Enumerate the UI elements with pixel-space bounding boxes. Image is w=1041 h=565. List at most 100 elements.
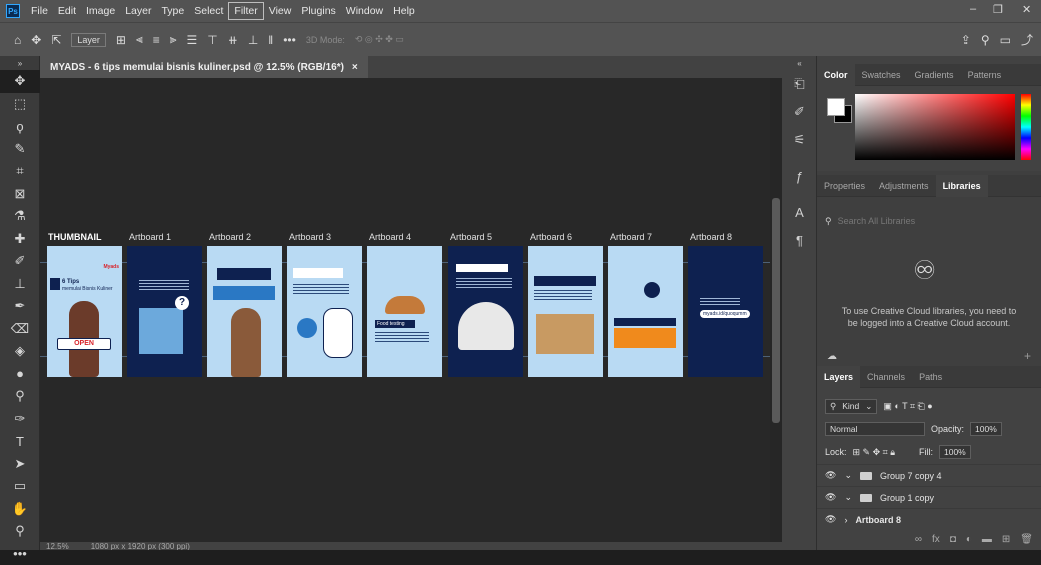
rectangle-tool-icon[interactable]: ▭ — [0, 475, 40, 498]
more-options-icon[interactable]: ••• — [283, 33, 296, 47]
menu-file[interactable]: File — [26, 3, 53, 19]
zoom-level[interactable]: 12.5% — [46, 542, 69, 550]
link-layers-icon[interactable]: ∞ — [915, 534, 922, 550]
tab-channels[interactable]: Channels — [860, 366, 912, 388]
healing-brush-tool-icon[interactable]: ✚ — [0, 228, 40, 251]
align-middle-icon[interactable]: ⧺ — [228, 33, 238, 47]
history-panel-icon[interactable]: ⎗ — [782, 70, 817, 98]
expand-chevron-icon[interactable]: ⌄ — [844, 470, 852, 481]
tab-adjustments[interactable]: Adjustments — [872, 175, 936, 197]
paint-bucket-tool-icon[interactable]: ◈ — [0, 340, 40, 363]
artboard-5[interactable] — [448, 246, 523, 377]
artboard-label-1[interactable]: Artboard 1 — [129, 232, 171, 242]
artboard-label-5[interactable]: Artboard 5 — [450, 232, 492, 242]
adjustment-layer-icon[interactable]: ◐ — [966, 534, 972, 550]
menu-edit[interactable]: Edit — [53, 3, 81, 19]
add-library-icon[interactable]: + — [1024, 349, 1031, 363]
lasso-tool-icon[interactable]: ϙ — [0, 115, 40, 138]
align-bottom-icon[interactable]: ⊥ — [248, 33, 258, 47]
collapse-panels-icon[interactable]: « — [782, 56, 817, 70]
artboard-8[interactable]: myads.id/quoqumm — [688, 246, 763, 377]
frame-tool-icon[interactable]: ⊠ — [0, 183, 40, 206]
blend-mode-dropdown[interactable]: Normal — [825, 422, 925, 436]
tab-properties[interactable]: Properties — [817, 175, 872, 197]
hand-tool-icon[interactable]: ✋ — [0, 498, 40, 521]
menu-plugins[interactable]: Plugins — [296, 3, 340, 19]
paragraph-panel-icon[interactable]: ¶ — [782, 226, 817, 254]
search-icon[interactable]: ⚲ — [981, 33, 990, 47]
align-right-icon[interactable]: ⫸ — [170, 32, 177, 47]
color-field[interactable] — [855, 94, 1015, 160]
visibility-eye-icon[interactable]: 👁︎ — [825, 492, 836, 503]
lock-icons[interactable]: ⊞ ✎ ✥ ⌗ 🔒︎ — [853, 447, 895, 458]
menu-window[interactable]: Window — [341, 3, 388, 19]
artboard-label-thumbnail[interactable]: THUMBNAIL — [48, 232, 102, 242]
artboard-label-6[interactable]: Artboard 6 — [530, 232, 572, 242]
vertical-scrollbar[interactable] — [770, 78, 782, 542]
menu-view[interactable]: View — [264, 3, 297, 19]
character-panel-icon[interactable]: A — [782, 198, 817, 226]
new-layer-icon[interactable]: ⊞ — [1002, 534, 1010, 550]
filter-icons[interactable]: ▣ ◐ T ⌗ ⎗ ● — [883, 401, 932, 412]
artboard-label-2[interactable]: Artboard 2 — [209, 232, 251, 242]
align-top-icon[interactable]: ⊤ — [207, 33, 217, 47]
tab-paths[interactable]: Paths — [912, 366, 949, 388]
fx-icon[interactable]: fx — [932, 534, 940, 550]
delete-layer-icon[interactable]: 🗑︎ — [1020, 534, 1033, 550]
artboard-1[interactable]: ? — [127, 246, 202, 377]
artboard-label-4[interactable]: Artboard 4 — [369, 232, 411, 242]
artboard-6[interactable] — [528, 246, 603, 377]
artboard-thumbnail[interactable]: Myads 6 Tips memulai Bisnis Kuliner OPEN — [47, 246, 122, 377]
move-tool-icon[interactable]: ✥ — [31, 33, 41, 47]
tab-libraries[interactable]: Libraries — [936, 175, 988, 197]
artboard-3[interactable] — [287, 246, 362, 377]
move-tool-icon[interactable]: ✥ — [0, 70, 40, 93]
align-left-icon[interactable]: ⫷ — [136, 32, 143, 47]
edit-toolbar-icon[interactable]: ••• — [0, 543, 40, 565]
layer-row[interactable]: 👁︎ ⌄ Group 7 copy 4 — [817, 464, 1041, 486]
artboard-7[interactable] — [608, 246, 683, 377]
library-search[interactable]: ⚲ Search All Libraries — [825, 213, 1033, 229]
blur-tool-icon[interactable]: ● — [0, 363, 40, 386]
history-brush-tool-icon[interactable]: ✒ — [0, 295, 40, 318]
tab-swatches[interactable]: Swatches — [855, 64, 908, 86]
align-center-icon[interactable]: ≡ — [153, 33, 160, 47]
tab-layers[interactable]: Layers — [817, 366, 860, 388]
workspace-icon[interactable]: ▭ — [1000, 33, 1011, 47]
layer-row[interactable]: 👁︎ › Artboard 8 — [817, 508, 1041, 530]
distribute-icon[interactable]: ☰ — [187, 33, 198, 47]
clone-stamp-tool-icon[interactable]: ⊥ — [0, 273, 40, 296]
menu-image[interactable]: Image — [81, 3, 120, 19]
collapse-icon[interactable]: » — [0, 56, 40, 70]
brush-settings-icon[interactable]: ✐ — [782, 98, 817, 126]
share-icon[interactable]: ⇪ — [961, 33, 971, 47]
eyedropper-tool-icon[interactable]: ⚗ — [0, 205, 40, 228]
menu-help[interactable]: Help — [388, 3, 420, 19]
distribute-spacing-icon[interactable]: ‖ — [268, 33, 273, 47]
opacity-input[interactable]: 100% — [970, 422, 1002, 436]
menu-select[interactable]: Select — [189, 3, 228, 19]
export-icon[interactable]: ⤴ — [1021, 31, 1033, 48]
fill-input[interactable]: 100% — [939, 445, 971, 459]
document-tab[interactable]: MYADS - 6 tips memulai bisnis kuliner.ps… — [40, 56, 368, 78]
marquee-tool-icon[interactable]: ⬚ — [0, 93, 40, 116]
dodge-tool-icon[interactable]: ⚲ — [0, 385, 40, 408]
layer-row[interactable]: 👁︎ ⌄ Group 1 copy — [817, 486, 1041, 508]
expand-chevron-icon[interactable]: › — [844, 515, 847, 525]
crop-tool-icon[interactable]: ⌗ — [0, 160, 40, 183]
visibility-eye-icon[interactable]: 👁︎ — [825, 514, 836, 525]
add-mask-icon[interactable]: ◘ — [950, 534, 956, 550]
restore-button[interactable]: ❐ — [993, 3, 1003, 16]
tab-color[interactable]: Color — [817, 64, 855, 86]
artboard-label-7[interactable]: Artboard 7 — [610, 232, 652, 242]
minimize-button[interactable]: – — [970, 3, 976, 15]
transform-controls-icon[interactable]: ⊞ — [116, 33, 126, 47]
artboard-label-8[interactable]: Artboard 8 — [690, 232, 732, 242]
visibility-eye-icon[interactable]: 👁︎ — [825, 470, 836, 481]
menu-type[interactable]: Type — [156, 3, 189, 19]
eraser-tool-icon[interactable]: ⌫ — [0, 318, 40, 341]
zoom-tool-icon[interactable]: ⚲ — [0, 520, 40, 543]
library-search-input[interactable]: Search All Libraries — [838, 216, 916, 226]
type-tool-icon[interactable]: T — [0, 430, 40, 453]
pen-tool-icon[interactable]: ✑ — [0, 408, 40, 431]
